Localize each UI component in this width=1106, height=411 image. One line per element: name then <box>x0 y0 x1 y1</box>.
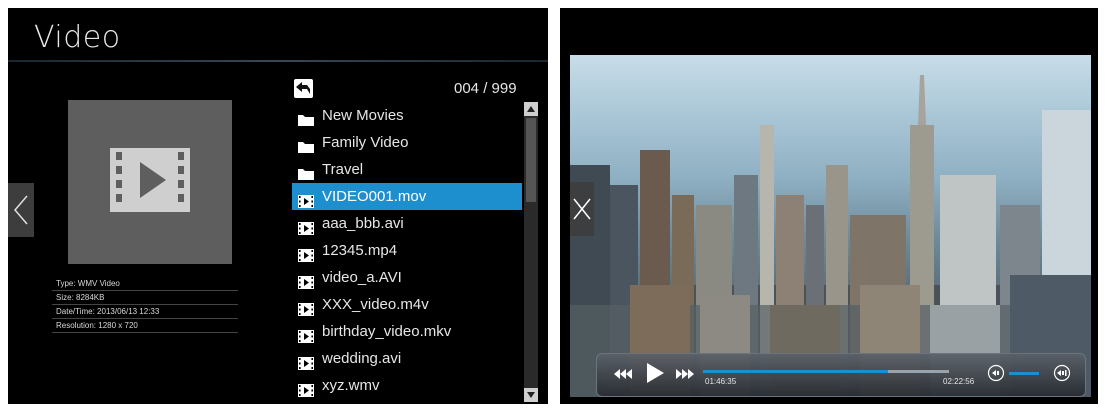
elapsed-time: 01:46:35 <box>705 377 737 386</box>
close-icon <box>573 198 591 220</box>
title-divider <box>8 60 548 62</box>
page-title: Video <box>34 20 121 55</box>
list-item[interactable]: video_a.AVI <box>292 264 522 291</box>
playback-controls: 01:46:35 02:22:56 <box>596 353 1086 397</box>
list-item-label: XXX_video.m4v <box>322 296 429 313</box>
list-item-label: video_a.AVI <box>322 269 402 286</box>
triangle-up-icon <box>527 106 535 112</box>
list-item[interactable]: VIDEO001.mov <box>292 183 522 210</box>
volume-slider[interactable] <box>1009 372 1039 375</box>
return-arrow-icon <box>296 82 310 94</box>
scrollbar[interactable] <box>524 102 538 402</box>
fast-forward-icon <box>676 369 694 379</box>
list-item-label: birthday_video.mkv <box>322 323 452 340</box>
progress-bar[interactable] <box>703 370 949 373</box>
list-item-label: 12345.mp4 <box>322 242 398 259</box>
video-thumbnail <box>68 100 232 264</box>
rewind-icon <box>614 369 632 379</box>
fast-forward-button[interactable] <box>673 367 695 386</box>
list-item[interactable]: birthday_video.mkv <box>292 318 522 345</box>
volume-up-icon <box>1053 364 1071 382</box>
video-browser-panel: Video Type: WMV Video Size: 8284KB Date/… <box>8 8 548 404</box>
city-skyline-image <box>570 75 1091 397</box>
film-icon <box>110 148 190 212</box>
list-item-label: wedding.avi <box>322 350 402 367</box>
file-info: Type: WMV Video Size: 8284KB Date/Time: … <box>52 277 238 333</box>
total-time: 02:22:56 <box>943 377 975 386</box>
scroll-up-button[interactable] <box>524 102 538 116</box>
item-counter: 004 / 999 <box>454 80 517 97</box>
list-item-label: Travel <box>322 161 364 178</box>
list-item-label: xyz.wmv <box>322 377 380 394</box>
info-datetime: Date/Time: 2013/06/13 12:33 <box>52 305 238 319</box>
info-resolution: Resolution: 1280 x 720 <box>52 319 238 333</box>
list-item[interactable]: 12345.mp4 <box>292 237 522 264</box>
list-item[interactable]: New Movies <box>292 102 522 129</box>
list-item-label: aaa_bbb.avi <box>322 215 404 232</box>
scroll-thumb[interactable] <box>526 118 536 202</box>
up-folder-button[interactable] <box>294 79 313 98</box>
close-button[interactable] <box>570 182 594 236</box>
triangle-down-icon <box>527 392 535 398</box>
list-item-label: New Movies <box>322 107 404 124</box>
volume-up-button[interactable] <box>1053 364 1071 387</box>
progress-fill <box>703 370 888 373</box>
volume-down-button[interactable] <box>987 364 1005 387</box>
back-button[interactable] <box>8 183 34 237</box>
rewind-button[interactable] <box>613 367 635 386</box>
chevron-left-icon <box>14 195 28 225</box>
info-type: Type: WMV Video <box>52 277 238 291</box>
file-list: New Movies Family Video Travel VIDEO001.mov… <box>292 102 522 399</box>
info-size: Size: 8284KB <box>52 291 238 305</box>
scroll-down-button[interactable] <box>524 388 538 402</box>
play-icon <box>647 363 664 383</box>
list-item[interactable]: xyz.wmv <box>292 372 522 399</box>
video-frame[interactable] <box>570 55 1091 397</box>
play-button[interactable] <box>645 362 665 389</box>
list-item[interactable]: wedding.avi <box>292 345 522 372</box>
video-player-panel <box>560 8 1098 404</box>
list-item[interactable]: aaa_bbb.avi <box>292 210 522 237</box>
list-item-label: VIDEO001.mov <box>322 188 427 205</box>
list-item[interactable]: XXX_video.m4v <box>292 291 522 318</box>
list-item[interactable]: Family Video <box>292 129 522 156</box>
film-icon <box>298 379 314 404</box>
volume-down-icon <box>987 364 1005 382</box>
list-item[interactable]: Travel <box>292 156 522 183</box>
list-item-label: Family Video <box>322 134 409 151</box>
